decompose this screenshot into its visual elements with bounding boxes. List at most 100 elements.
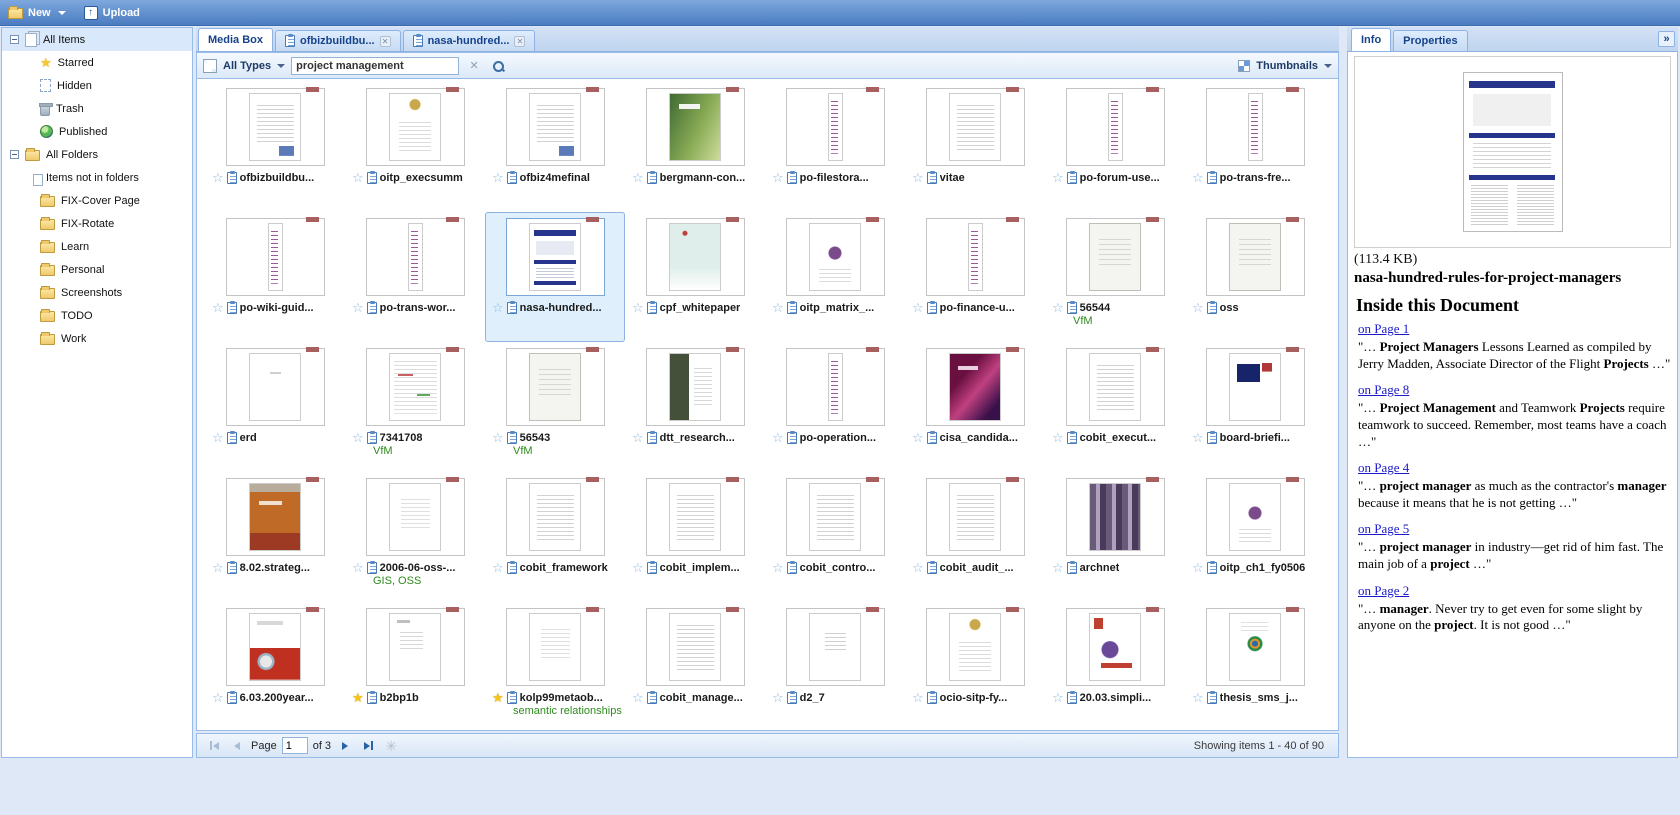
excerpt-page-link[interactable]: on Page 2 xyxy=(1358,583,1409,598)
star-icon[interactable]: ☆ xyxy=(1052,562,1064,574)
grid-item-thesis-sms-j[interactable]: ☆thesis_sms_j... xyxy=(1185,602,1325,731)
tab-ofbizbuildbu[interactable]: ofbizbuildbu... ✕ xyxy=(275,30,401,51)
star-icon[interactable]: ☆ xyxy=(912,692,924,704)
item-thumbnail[interactable] xyxy=(646,348,745,426)
item-thumbnail[interactable] xyxy=(646,608,745,686)
refresh-icon[interactable]: ✳ xyxy=(382,737,400,755)
grid-item-dtt-research[interactable]: ☆dtt_research... xyxy=(625,342,765,472)
grid-item-oitp-matrix[interactable]: ☆oitp_matrix_... xyxy=(765,212,905,342)
item-thumbnail[interactable] xyxy=(366,348,465,426)
view-mode-label[interactable]: Thumbnails xyxy=(1256,60,1318,72)
grid-item-cobit-execut[interactable]: ☆cobit_execut... xyxy=(1045,342,1185,472)
search-input[interactable] xyxy=(291,57,459,75)
item-thumbnail[interactable] xyxy=(786,608,885,686)
grid-item-po-trans-wor[interactable]: ☆po-trans-wor... xyxy=(345,212,485,342)
item-thumbnail[interactable] xyxy=(1206,608,1305,686)
grid-item-po-filestora[interactable]: ☆po-filestora... xyxy=(765,82,905,212)
star-icon[interactable]: ☆ xyxy=(212,562,224,574)
grid-item-d2-7[interactable]: ☆d2_7 xyxy=(765,602,905,731)
grid-item-oitp-execsumm[interactable]: ☆oitp_execsumm xyxy=(345,82,485,212)
grid-item-vitae[interactable]: ☆vitae xyxy=(905,82,1045,212)
star-icon[interactable]: ☆ xyxy=(1192,302,1204,314)
sidebar-item-hidden[interactable]: Hidden xyxy=(2,74,192,97)
star-icon[interactable]: ☆ xyxy=(772,562,784,574)
star-icon[interactable]: ☆ xyxy=(772,302,784,314)
star-icon[interactable]: ☆ xyxy=(912,432,924,444)
search-button[interactable] xyxy=(489,57,507,75)
collapse-toggle-icon[interactable] xyxy=(10,150,19,159)
star-icon[interactable]: ★ xyxy=(352,692,364,704)
tab-properties[interactable]: Properties xyxy=(1393,30,1467,51)
grid-item-cobit-manage[interactable]: ☆cobit_manage... xyxy=(625,602,765,731)
grid-item-bergmann-con[interactable]: ☆bergmann-con... xyxy=(625,82,765,212)
star-icon[interactable]: ★ xyxy=(492,692,504,704)
grid-item-po-operation[interactable]: ☆po-operation... xyxy=(765,342,905,472)
star-icon[interactable]: ☆ xyxy=(772,432,784,444)
excerpt-page-link[interactable]: on Page 8 xyxy=(1358,382,1409,397)
sidebar-item-work[interactable]: Work xyxy=(2,327,192,350)
item-thumbnail[interactable] xyxy=(226,348,325,426)
item-thumbnail[interactable] xyxy=(366,478,465,556)
grid-item-po-trans-fre[interactable]: ☆po-trans-fre... xyxy=(1185,82,1325,212)
grid-item-po-wiki-guid[interactable]: ☆po-wiki-guid... xyxy=(205,212,345,342)
item-thumbnail[interactable] xyxy=(646,218,745,296)
grid-item-cpf-whitepaper[interactable]: ☆cpf_whitepaper xyxy=(625,212,765,342)
star-icon[interactable]: ☆ xyxy=(212,692,224,704)
item-thumbnail[interactable] xyxy=(1066,218,1165,296)
item-thumbnail[interactable] xyxy=(1206,218,1305,296)
sidebar-item-trash[interactable]: Trash xyxy=(2,97,192,120)
clear-search-button[interactable]: ✕ xyxy=(465,57,483,75)
star-icon[interactable]: ☆ xyxy=(632,432,644,444)
star-icon[interactable]: ☆ xyxy=(492,172,504,184)
item-thumbnail[interactable] xyxy=(1066,88,1165,166)
grid-item-ofbizbuildbu[interactable]: ☆ofbizbuildbu... xyxy=(205,82,345,212)
grid-item-oitp-ch1-fy0506[interactable]: ☆oitp_ch1_fy0506 xyxy=(1185,472,1325,602)
item-thumbnail[interactable] xyxy=(506,348,605,426)
star-icon[interactable]: ☆ xyxy=(352,562,364,574)
star-icon[interactable]: ☆ xyxy=(352,172,364,184)
item-thumbnail[interactable] xyxy=(506,218,605,296)
star-icon[interactable]: ☆ xyxy=(1192,432,1204,444)
last-page-button[interactable] xyxy=(359,737,377,755)
grid-item-nasa-hundred[interactable]: ☆nasa-hundred... xyxy=(485,212,625,342)
chevron-down-icon[interactable] xyxy=(1324,64,1332,68)
star-icon[interactable]: ☆ xyxy=(912,302,924,314)
page-number-input[interactable] xyxy=(282,737,308,754)
grid-item-po-finance-u[interactable]: ☆po-finance-u... xyxy=(905,212,1045,342)
prev-page-button[interactable] xyxy=(228,737,246,755)
item-thumbnail[interactable] xyxy=(926,478,1025,556)
grid-item-archnet[interactable]: ☆archnet xyxy=(1045,472,1185,602)
item-thumbnail[interactable] xyxy=(366,608,465,686)
tab-media-box[interactable]: Media Box xyxy=(198,28,273,51)
star-icon[interactable]: ☆ xyxy=(632,562,644,574)
item-thumbnail[interactable] xyxy=(1066,478,1165,556)
grid-item-ofbiz4mefinal[interactable]: ☆ofbiz4mefinal xyxy=(485,82,625,212)
star-icon[interactable]: ☆ xyxy=(1192,562,1204,574)
grid-item-erd[interactable]: ☆erd xyxy=(205,342,345,472)
sidebar-item-learn[interactable]: Learn xyxy=(2,235,192,258)
item-thumbnail[interactable] xyxy=(506,608,605,686)
star-icon[interactable]: ☆ xyxy=(632,692,644,704)
item-thumbnail[interactable] xyxy=(1066,348,1165,426)
star-icon[interactable]: ☆ xyxy=(352,432,364,444)
item-thumbnail[interactable] xyxy=(926,608,1025,686)
item-thumbnail[interactable] xyxy=(786,88,885,166)
item-thumbnail[interactable] xyxy=(366,218,465,296)
sidebar-item-personal[interactable]: Personal xyxy=(2,258,192,281)
item-thumbnail[interactable] xyxy=(786,478,885,556)
star-icon[interactable]: ☆ xyxy=(632,302,644,314)
star-icon[interactable]: ☆ xyxy=(492,302,504,314)
grid-item-b2bp1b[interactable]: ★b2bp1b xyxy=(345,602,485,731)
upload-button[interactable]: ↑ Upload xyxy=(84,6,140,20)
star-icon[interactable]: ☆ xyxy=(492,432,504,444)
sidebar-item-all-folders[interactable]: All Folders xyxy=(2,143,192,166)
grid-item-board-briefi[interactable]: ☆board-briefi... xyxy=(1185,342,1325,472)
grid-item-2006-06-oss[interactable]: ☆2006-06-oss-...GIS, OSS xyxy=(345,472,485,602)
item-thumbnail[interactable] xyxy=(226,478,325,556)
chevron-down-icon[interactable] xyxy=(277,64,285,68)
grid-item-56544[interactable]: ☆56544VfM xyxy=(1045,212,1185,342)
star-icon[interactable]: ☆ xyxy=(1052,302,1064,314)
first-page-button[interactable] xyxy=(205,737,223,755)
sidebar-item-starred[interactable]: Starred xyxy=(2,51,192,74)
grid-item-kolp99metaob[interactable]: ★kolp99metaob...semantic relationships xyxy=(485,602,625,731)
